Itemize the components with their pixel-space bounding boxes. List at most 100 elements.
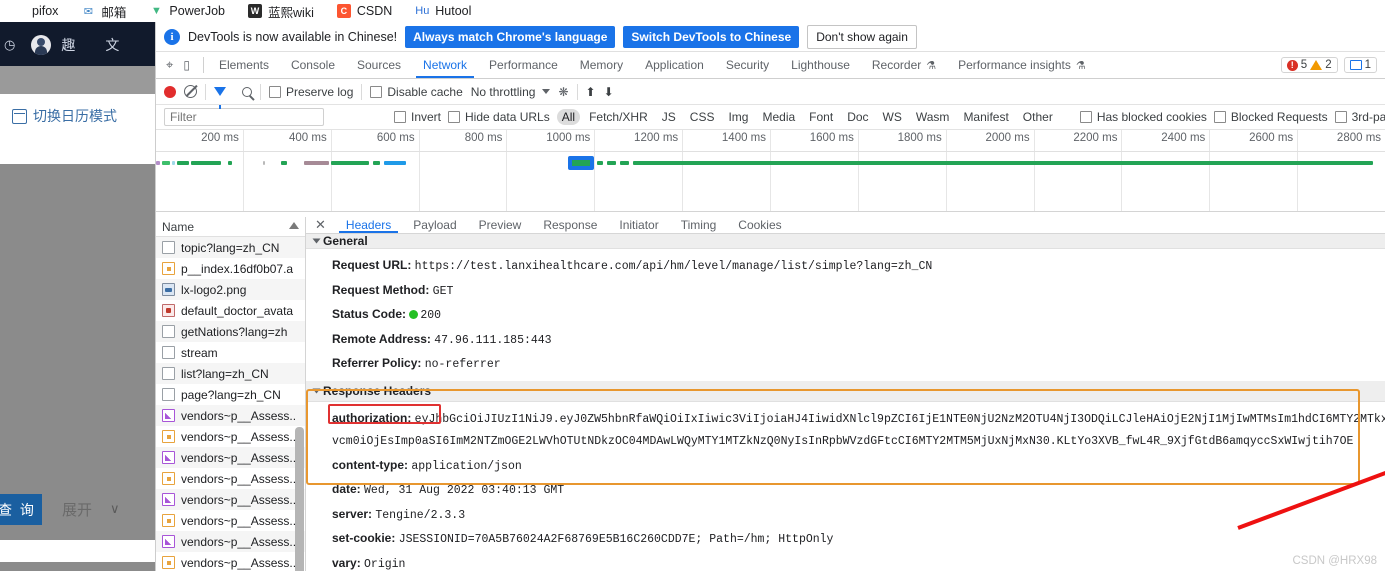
tab-security[interactable]: Security [715,52,780,78]
blocked-requests-checkbox[interactable]: Blocked Requests [1213,110,1328,124]
details-tab-initiator[interactable]: Initiator [608,217,669,233]
tab-application[interactable]: Application [634,52,715,78]
request-row[interactable]: vendors~p__Assess.. [156,510,305,531]
bookmark-wiki[interactable]: W 蓝熙wiki [236,2,325,21]
request-row[interactable]: vendors~p__Assess.. [156,489,305,510]
tab-recorder[interactable]: Recorder ⚗ [861,52,947,78]
record-icon[interactable] [164,85,176,98]
always-match-language-button[interactable]: Always match Chrome's language [405,25,616,48]
tab-network[interactable]: Network [412,52,478,78]
clear-icon[interactable] [184,85,197,98]
bookmark-hutool[interactable]: Hu Hutool [403,3,482,19]
invert-checkbox[interactable]: Invert [394,110,441,124]
error-icon: ! [1286,59,1298,71]
network-conditions-icon[interactable]: ❋ [558,85,568,99]
tab-lighthouse[interactable]: Lighthouse [780,52,861,78]
hide-data-urls-checkbox[interactable]: Hide data URLs [448,110,550,124]
filter-type-ws[interactable]: WS [878,109,907,125]
chevron-down-icon[interactable]: ∨ [110,501,120,517]
request-row[interactable]: vendors~p__Assess.. [156,531,305,552]
filter-icon[interactable] [214,87,226,109]
expand-label[interactable]: 展开 [62,499,92,520]
header-key: Remote Address: [332,331,435,346]
filter-type-other[interactable]: Other [1018,109,1058,125]
timeline-tick-label: 200 ms [201,132,239,144]
request-row[interactable]: p__index.16df0b07.a [156,258,305,279]
request-row[interactable]: vendors~p__Assess.. [156,426,305,447]
request-row[interactable]: vendors~p__Assess.. [156,468,305,489]
filter-type-img[interactable]: Img [723,109,753,125]
request-row[interactable]: stream [156,342,305,363]
bookmark-firefox[interactable]: pifox [0,3,69,19]
header-row: Status Code: 200 [332,303,1385,328]
filter-type-js[interactable]: JS [657,109,681,125]
request-row[interactable]: vendors~p__Assess.. [156,447,305,468]
export-har-icon[interactable]: ⬇ [604,85,614,99]
import-har-icon[interactable]: ⬆ [586,85,596,99]
device-toolbar-icon[interactable]: ▯ [183,58,190,72]
filter-type-manifest[interactable]: Manifest [958,109,1013,125]
details-tab-cookies[interactable]: Cookies [727,217,792,233]
request-row[interactable]: getNations?lang=zh [156,321,305,342]
search-icon[interactable] [242,86,252,97]
chevron-down-icon [312,388,321,393]
warning-count: 2 [1325,59,1332,71]
request-row[interactable]: default_doctor_avata [156,300,305,321]
switch-devtools-language-button[interactable]: Switch DevTools to Chinese [623,25,800,48]
bookmark-csdn[interactable]: C CSDN [325,3,403,19]
issues-pill[interactable]: ! 5 2 [1280,57,1338,73]
tab-label: Elements [218,58,269,72]
has-blocked-cookies-checkbox[interactable]: Has blocked cookies [1079,110,1207,124]
query-button[interactable]: 查 询 [0,494,42,525]
details-tab-preview[interactable]: Preview [468,217,533,233]
details-tab-payload[interactable]: Payload [402,217,467,233]
filter-type-css[interactable]: CSS [685,109,720,125]
translate-icon[interactable]: 文 [105,35,119,55]
bookmark-label: Hutool [435,4,472,18]
filter-type-fetch-xhr[interactable]: Fetch/XHR [584,109,653,125]
bookmark-mail[interactable]: ✉ 邮箱 [69,2,137,21]
inspect-element-icon[interactable]: ⌖ [166,57,173,73]
resource-type-icon [162,388,175,401]
request-row[interactable]: vendors~p__Assess.. [156,405,305,426]
third-party-requests-checkbox[interactable]: 3rd-party requests [1334,110,1385,124]
messages-pill[interactable]: 1 [1343,57,1377,73]
request-row[interactable]: lx-logo2.png [156,279,305,300]
response-section-header[interactable]: Response Headers [306,380,1385,402]
request-row[interactable]: topic?lang=zh_CN [156,237,305,258]
message-count: 1 [1364,59,1371,71]
tab-memory[interactable]: Memory [569,52,634,78]
dont-show-again-button[interactable]: Don't show again [807,24,917,49]
filter-input[interactable] [164,108,324,126]
tab-elements[interactable]: Elements [208,52,280,78]
details-tab-headers[interactable]: Headers [335,217,402,233]
preserve-log-checkbox[interactable]: Preserve log [269,85,353,99]
sort-ascending-icon[interactable] [289,222,299,229]
details-tab-timing[interactable]: Timing [670,217,728,233]
request-list-header[interactable]: Name [156,217,305,237]
tab-performance[interactable]: Performance [478,52,569,78]
details-tab-response[interactable]: Response [532,217,608,233]
bookmark-powerjob[interactable]: ▼ PowerJob [137,3,236,19]
request-list-scrollbar[interactable] [295,427,304,571]
filter-type-wasm[interactable]: Wasm [911,109,955,125]
request-row[interactable]: list?lang=zh_CN [156,363,305,384]
tab-performance-insights[interactable]: Performance insights ⚗ [947,52,1097,78]
request-row[interactable]: page?lang=zh_CN [156,384,305,405]
toolbar-divider [260,83,261,100]
general-section-header[interactable]: General [306,234,1385,249]
avatar[interactable] [31,35,52,55]
close-icon[interactable]: ✕ [306,217,335,233]
filter-type-all[interactable]: All [556,109,581,125]
calendar-mode-toggle[interactable]: 切换日历模式 [12,106,117,126]
filter-type-font[interactable]: Font [804,109,838,125]
request-row[interactable]: vendors~p__Assess.. [156,552,305,571]
filter-type-doc[interactable]: Doc [842,109,873,125]
bookmark-label: CSDN [356,4,393,18]
throttling-select[interactable]: No throttling [471,85,551,99]
tab-sources[interactable]: Sources [346,52,412,78]
network-timeline-overview[interactable]: 200 ms 400 ms 600 ms 800 ms 1000 ms 1200 ms 14… [156,130,1385,212]
disable-cache-checkbox[interactable]: Disable cache [370,85,463,99]
tab-console[interactable]: Console [280,52,346,78]
filter-type-media[interactable]: Media [757,109,800,125]
